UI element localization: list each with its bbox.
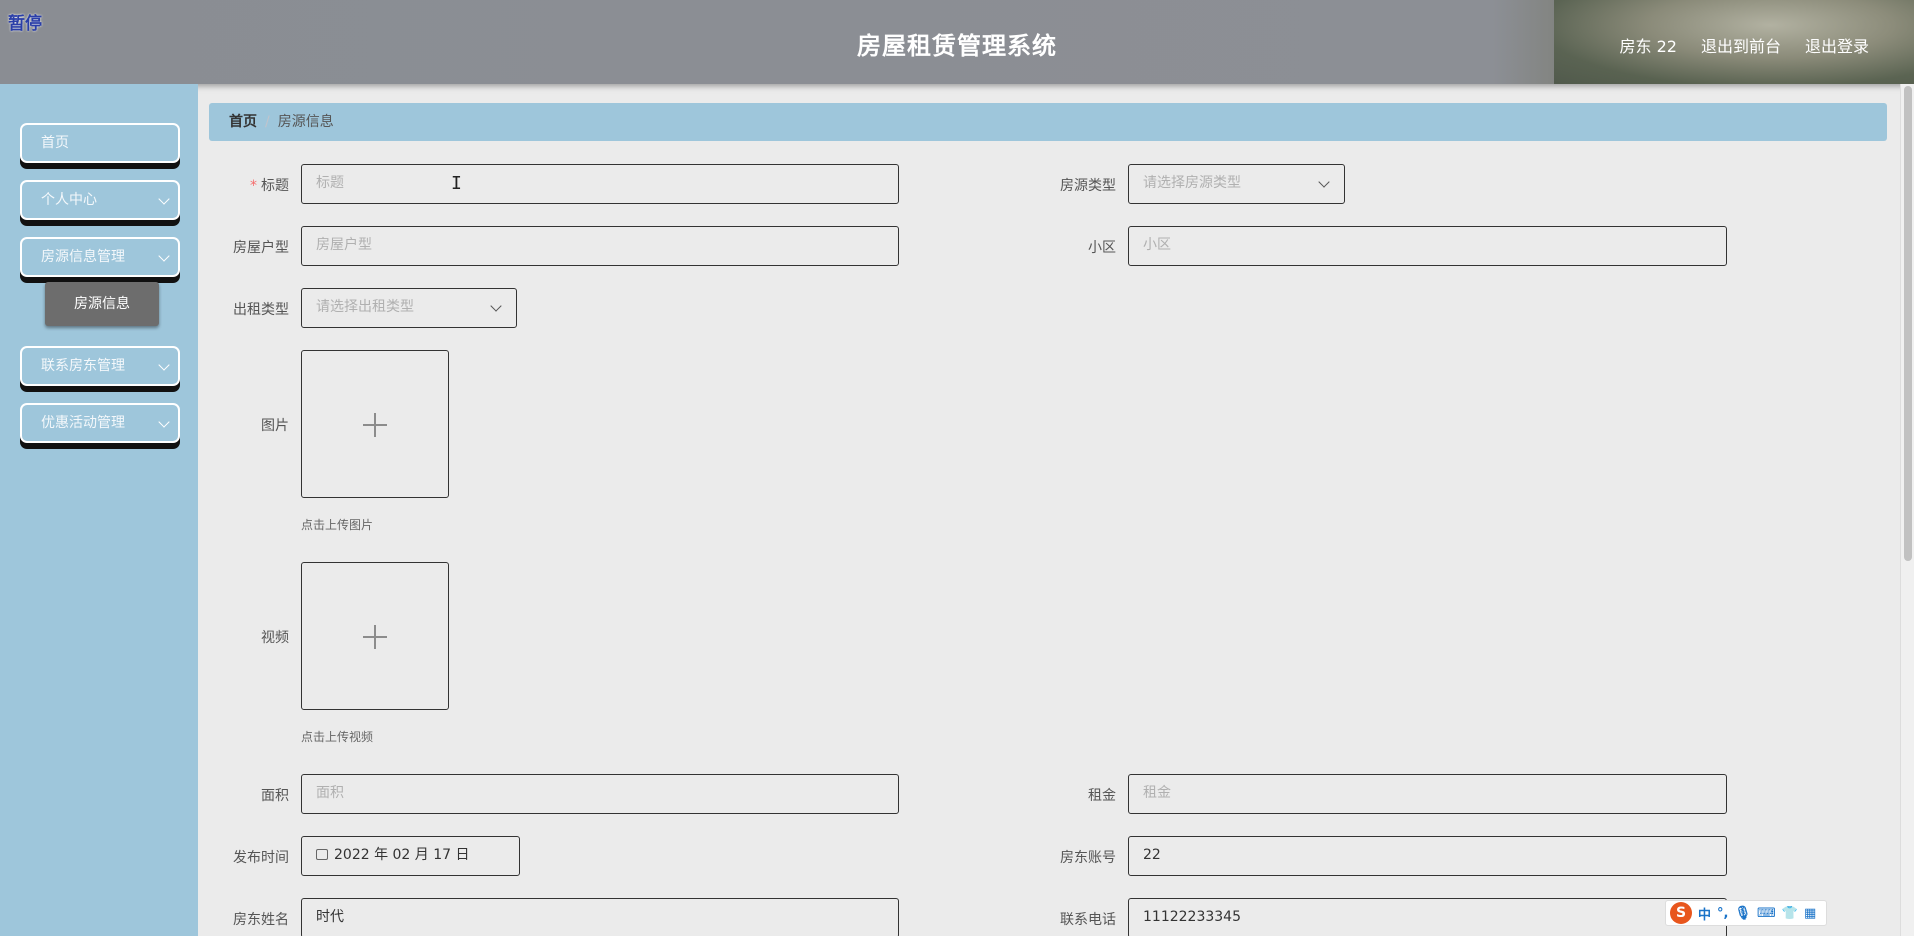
sidebar-item-personal-center[interactable]: 个人中心 xyxy=(20,180,180,220)
landlord-name-value: 时代 xyxy=(316,909,344,925)
ime-toolbar[interactable]: S 中 °, 🎙 ⌨ 👕 ▦ xyxy=(1665,900,1827,926)
user-label: 房东 22 xyxy=(1619,37,1677,56)
ime-language[interactable]: 中 xyxy=(1698,904,1711,923)
plus-icon-vertical xyxy=(374,625,376,649)
publish-time-label: 发布时间 xyxy=(233,850,289,866)
image-label: 图片 xyxy=(261,418,289,434)
sidebar-item-label: 联系房东管理 xyxy=(41,358,125,374)
title-label-text: 标题 xyxy=(261,178,289,194)
sidebar-item-label: 个人中心 xyxy=(41,192,97,208)
publish-time-picker[interactable]: 2022 年 02 月 17 日 xyxy=(301,836,520,876)
grid-icon[interactable]: ▦ xyxy=(1804,906,1816,921)
publish-time-value: 2022 年 02 月 17 日 xyxy=(334,847,470,863)
sidebar-item-label: 优惠活动管理 xyxy=(41,415,125,431)
house-type-label: 房源类型 xyxy=(1060,178,1116,194)
community-placeholder: 小区 xyxy=(1143,237,1171,253)
page-scrollbar[interactable] xyxy=(1900,84,1914,936)
plus-icon-vertical xyxy=(374,413,376,437)
header-actions: 房东 22 退出到前台 退出登录 xyxy=(1620,33,1869,57)
mic-icon[interactable]: 🎙 xyxy=(1734,906,1751,921)
keyboard-icon[interactable]: ⌨ xyxy=(1757,906,1776,921)
required-mark: * xyxy=(250,178,257,194)
layout-input[interactable]: 房屋户型 xyxy=(301,226,899,266)
landlord-account-value: 22 xyxy=(1143,847,1161,863)
chevron-down-icon xyxy=(490,300,502,312)
top-header: 暂停 房屋租赁管理系统 房东 22 退出到前台 退出登录 xyxy=(0,0,1914,84)
landlord-name-input[interactable]: 时代 xyxy=(301,898,899,936)
house-type-select[interactable]: 请选择房源类型 xyxy=(1128,164,1345,204)
breadcrumb-current: 房源信息 xyxy=(277,114,334,130)
layout-label: 房屋户型 xyxy=(233,240,289,256)
sidebar-item-home[interactable]: 首页 xyxy=(20,123,180,163)
landlord-name-label: 房东姓名 xyxy=(233,912,289,928)
chevron-down-icon xyxy=(158,359,170,371)
title-label: * 标题 xyxy=(209,175,289,195)
sidebar-subitem-listing-info[interactable]: 房源信息 xyxy=(45,282,159,326)
sogou-logo-icon[interactable]: S xyxy=(1670,902,1692,924)
sidebar-item-contact-landlord[interactable]: 联系房东管理 xyxy=(20,346,180,386)
chevron-down-icon xyxy=(158,250,170,262)
sidebar-item-listing-management[interactable]: 房源信息管理 xyxy=(20,237,180,277)
image-upload-hint: 点击上传图片 xyxy=(301,518,374,532)
sidebar: 首页 个人中心 房源信息管理 房源信息 联系房东管理 优惠活动管理 xyxy=(0,84,198,936)
logout-link[interactable]: 退出登录 xyxy=(1805,33,1869,57)
calendar-icon xyxy=(316,849,328,860)
scrollbar-thumb[interactable] xyxy=(1904,86,1912,561)
rent-label: 租金 xyxy=(1088,788,1116,804)
title-input[interactable]: 标题 xyxy=(301,164,899,204)
phone-value: 11122233345 xyxy=(1143,909,1241,925)
rent-input[interactable]: 租金 xyxy=(1128,774,1727,814)
phone-input[interactable]: 11122233345 xyxy=(1128,898,1727,936)
ime-punctuation[interactable]: °, xyxy=(1717,906,1728,921)
chevron-down-icon xyxy=(1318,176,1330,188)
text-cursor-icon: I xyxy=(451,173,462,194)
landlord-account-input[interactable]: 22 xyxy=(1128,836,1727,876)
video-upload-hint: 点击上传视频 xyxy=(301,730,374,744)
house-type-placeholder: 请选择房源类型 xyxy=(1143,175,1241,191)
community-label: 小区 xyxy=(1088,240,1116,256)
rent-type-select[interactable]: 请选择出租类型 xyxy=(301,288,517,328)
area-label: 面积 xyxy=(261,788,289,804)
rent-type-placeholder: 请选择出租类型 xyxy=(316,299,414,315)
breadcrumb: 首页 / 房源信息 xyxy=(209,103,1887,141)
phone-label: 联系电话 xyxy=(1060,912,1116,928)
shirt-icon[interactable]: 👕 xyxy=(1782,906,1798,921)
chevron-down-icon xyxy=(158,193,170,205)
exit-to-front-link[interactable]: 退出到前台 xyxy=(1701,33,1781,57)
sidebar-item-label: 首页 xyxy=(41,135,69,151)
rent-type-label: 出租类型 xyxy=(233,302,289,318)
chevron-down-icon xyxy=(158,416,170,428)
breadcrumb-home[interactable]: 首页 xyxy=(229,114,257,130)
title-placeholder: 标题 xyxy=(316,175,344,191)
video-label: 视频 xyxy=(261,630,289,646)
breadcrumb-separator: / xyxy=(265,114,270,130)
video-uploader[interactable] xyxy=(301,562,449,710)
layout-placeholder: 房屋户型 xyxy=(316,237,372,253)
area-input[interactable]: 面积 xyxy=(301,774,899,814)
sidebar-item-promotions[interactable]: 优惠活动管理 xyxy=(20,403,180,443)
area-placeholder: 面积 xyxy=(316,785,344,801)
community-input[interactable]: 小区 xyxy=(1128,226,1727,266)
landlord-account-label: 房东账号 xyxy=(1060,850,1116,866)
image-uploader[interactable] xyxy=(301,350,449,498)
rent-placeholder: 租金 xyxy=(1143,785,1171,801)
sidebar-item-label: 房源信息管理 xyxy=(41,249,125,265)
